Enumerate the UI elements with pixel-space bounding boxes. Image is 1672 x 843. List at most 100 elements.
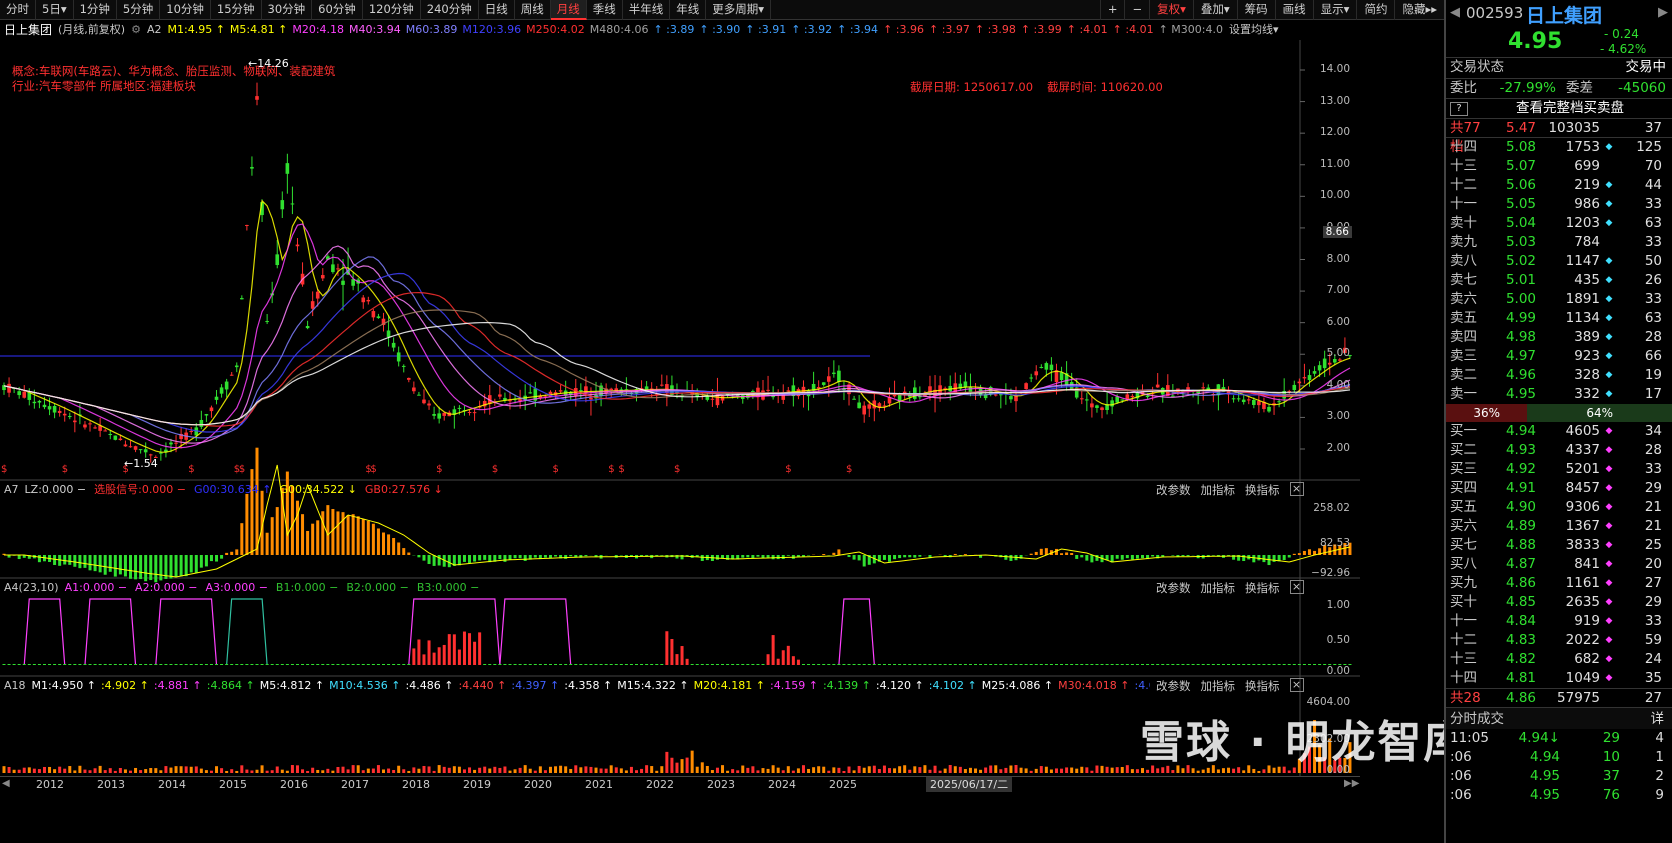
chart-tool-button[interactable]: 叠加▾ [1192, 0, 1237, 20]
volume-bar [1100, 765, 1104, 773]
indicator-bar [402, 664, 406, 665]
indicator-bar [382, 664, 385, 665]
order-count: 29 [1644, 480, 1662, 496]
order-marker-icon: ◆ [1605, 464, 1613, 474]
indicator-bar [199, 664, 203, 665]
order-row: 买四 4.91 8457 ◆ 29 [1446, 479, 1672, 498]
candle-body [1246, 399, 1251, 401]
chart-tool-button[interactable]: 隐藏▸▸ [1394, 0, 1444, 20]
indicator-bar [316, 664, 320, 665]
indicator-bar [933, 664, 937, 665]
order-price: 5.01 [1505, 272, 1536, 288]
period-tab[interactable]: 10分钟 [160, 0, 211, 20]
indicator-value: M120:3.96 [462, 23, 522, 36]
volume-bar [564, 766, 568, 773]
indicator-bar [417, 639, 421, 665]
volume-bar [1014, 765, 1018, 773]
chart-tool-button[interactable]: − [1124, 0, 1149, 20]
ma-settings-button[interactable]: 设置均线▾ [1229, 22, 1279, 39]
switch-indicator-button[interactable]: 换指标 [1245, 678, 1280, 694]
volume-bar [999, 769, 1003, 773]
indicator-bar [523, 664, 527, 665]
volume-bar [979, 769, 983, 773]
volume-bar [1065, 767, 1069, 773]
candle-body [255, 96, 259, 100]
period-tab[interactable]: 60分钟 [312, 0, 363, 20]
chart-tool-button[interactable]: + [1099, 0, 1125, 20]
switch-indicator-button[interactable]: 换指标 [1245, 482, 1280, 498]
formula-name[interactable]: A2 [147, 22, 162, 39]
candle-body [1145, 395, 1150, 398]
candle-body [660, 384, 664, 386]
indicator-bar [1125, 664, 1129, 665]
indicator1-formula[interactable]: A7 [4, 482, 19, 499]
indicator-bar [1176, 664, 1180, 665]
year-label: 2017 [341, 778, 369, 791]
order-count: 125 [1636, 139, 1662, 155]
period-tab[interactable]: 5分钟 [117, 0, 161, 20]
next-stock-icon[interactable]: ▶ [1658, 5, 1668, 20]
volume-bar [543, 770, 547, 773]
indicator-bar [407, 664, 411, 665]
edit-params-button[interactable]: 改参数 [1156, 580, 1191, 596]
tick-price: 4.94↓ [1518, 730, 1560, 746]
volume-bar [554, 766, 558, 773]
candle-body [240, 298, 244, 300]
period-tab[interactable]: 240分钟 [421, 0, 479, 20]
indicator-bar [457, 649, 461, 665]
indicator-bar [88, 555, 92, 571]
order-level: 十一 [1450, 196, 1477, 212]
add-indicator-button[interactable]: 加指标 [1201, 482, 1236, 498]
add-indicator-button[interactable]: 加指标 [1201, 580, 1236, 596]
period-tab[interactable]: 周线 [515, 0, 551, 20]
period-tab[interactable]: 30分钟 [262, 0, 313, 20]
indicator3-header: A18 M1:4.950 ↑:4.902 ↑:4.881 ↑:4.864 ↑ M5… [0, 678, 1150, 695]
indicator-bar [1039, 548, 1043, 555]
period-tab[interactable]: 季线 [587, 0, 623, 20]
volume-bar [412, 767, 416, 773]
period-tab[interactable]: 半年线 [623, 0, 671, 20]
scroll-right-icon[interactable]: ▶▶ [1344, 778, 1359, 789]
year-label: 2016 [280, 778, 308, 791]
period-tab[interactable]: 日线 [479, 0, 515, 20]
indicator-value: ↑ :3.99 [1020, 23, 1062, 36]
edit-params-button[interactable]: 改参数 [1156, 482, 1191, 498]
indicator2-formula[interactable]: A4(23,10) [4, 580, 59, 597]
period-tab[interactable]: 120分钟 [363, 0, 421, 20]
tick-row: 11:05 4.94↓ 29 4 [1446, 729, 1672, 748]
add-indicator-button[interactable]: 加指标 [1201, 678, 1236, 694]
period-tab[interactable]: 15分钟 [211, 0, 262, 20]
volume-bar [548, 766, 552, 773]
period-tab[interactable]: 1分钟 [74, 0, 117, 20]
prev-stock-icon[interactable]: ◀ [1450, 5, 1460, 20]
indicator-bar [1272, 664, 1276, 665]
chart-tool-button[interactable]: 复权▾ [1149, 0, 1193, 20]
indicator-bar [1191, 664, 1195, 665]
chart-tool-button[interactable]: 简约 [1356, 0, 1394, 20]
period-tab[interactable]: 更多周期▾ [706, 0, 771, 20]
volume-bar [169, 767, 173, 773]
candle-body [315, 291, 320, 299]
indicator2-header: A4(23,10) A1:0.000 − A2:0.000 − A3:0.000 −… [0, 580, 479, 597]
indicator-bar [857, 664, 861, 665]
full-book-button[interactable]: 查看完整档买卖盘 [1468, 99, 1672, 118]
chart-tool-button[interactable]: 筹码 [1236, 0, 1275, 20]
indicator-bar [908, 555, 912, 558]
indicator-bar [796, 659, 800, 665]
order-volume: 219 [1574, 177, 1600, 193]
edit-params-button[interactable]: 改参数 [1156, 678, 1191, 694]
period-tab[interactable]: 月线 [550, 0, 587, 20]
ticks-detail-button[interactable]: 详 [1651, 708, 1672, 729]
switch-indicator-button[interactable]: 换指标 [1245, 580, 1280, 596]
volume-bar [726, 770, 730, 773]
scroll-left-icon[interactable]: ◀ [2, 778, 10, 789]
gear-icon[interactable]: ⚙ [131, 22, 141, 39]
indicator3-formula[interactable]: A18 [4, 678, 26, 695]
period-tab[interactable]: 年线 [670, 0, 707, 20]
candle-body [609, 388, 613, 391]
volume-bar [756, 770, 760, 773]
help-icon[interactable]: ? [1450, 102, 1468, 116]
period-tab[interactable]: 5日▾ [36, 0, 74, 20]
chart-mode[interactable]: (月线,前复权) [58, 22, 125, 39]
period-tab[interactable]: 分时 [0, 0, 36, 20]
